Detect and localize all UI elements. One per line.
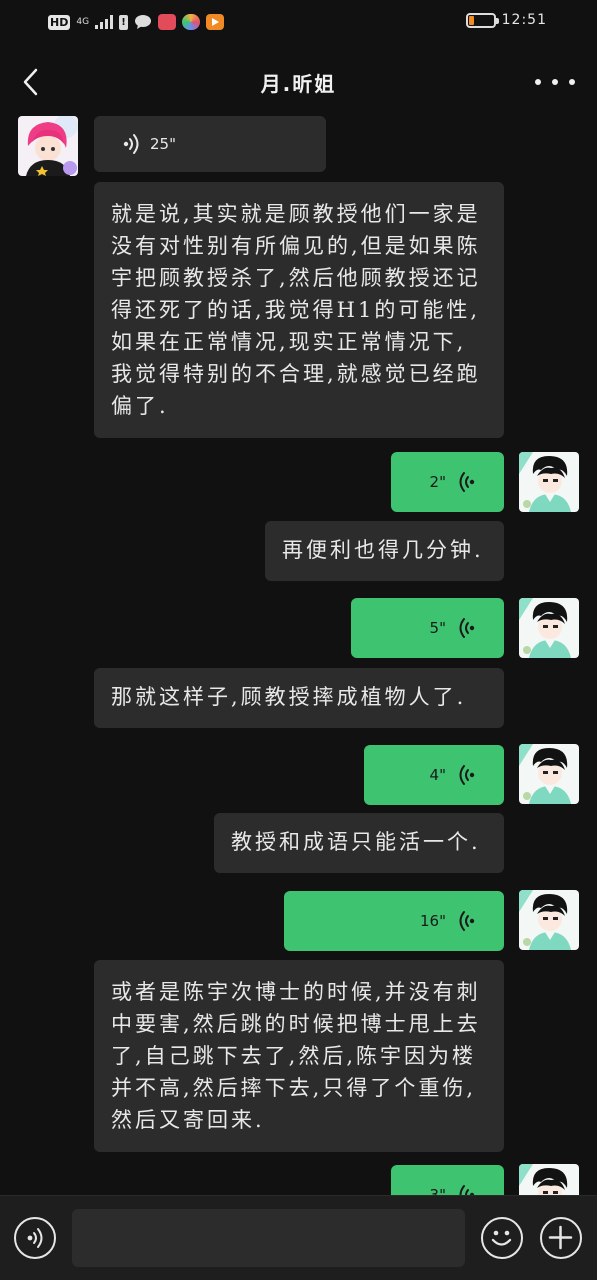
more-dots-icon	[535, 79, 541, 85]
network-type: 4G	[76, 16, 90, 27]
voice-duration: 25"	[150, 135, 176, 153]
my-avatar[interactable]	[519, 890, 579, 950]
clock: 12:51	[501, 12, 547, 28]
status-right: 12:51	[465, 12, 547, 28]
my-avatar[interactable]	[519, 452, 579, 512]
status-indicators: HD 4G !	[48, 10, 225, 34]
my-avatar[interactable]	[519, 744, 579, 804]
my-avatar[interactable]	[519, 1164, 579, 1195]
text-message-bubble[interactable]: 再便利也得几分钟.	[265, 521, 504, 581]
more-actions-button[interactable]	[540, 1217, 582, 1259]
more-options-button[interactable]	[535, 68, 575, 96]
emoji-button[interactable]	[481, 1217, 523, 1259]
hd-badge: HD	[48, 14, 71, 30]
text-message-bubble[interactable]: 或者是陈宇次博士的时候,并没有刺中要害,然后跳的时候把博士甩上去了,自己跳下去了…	[94, 960, 504, 1152]
signal-icon	[95, 15, 114, 29]
voice-duration: 16"	[420, 912, 446, 930]
plus-icon	[548, 1225, 573, 1250]
text-message-bubble[interactable]: 教授和成语只能活一个.	[214, 813, 504, 873]
voice-duration: 2"	[429, 473, 446, 491]
voice-message-bubble[interactable]: 2"	[391, 452, 504, 512]
message-input[interactable]	[72, 1209, 465, 1267]
photos-app-icon	[182, 14, 201, 30]
voice-wave-icon	[459, 1185, 475, 1195]
voice-wave-icon	[459, 765, 475, 785]
emoji-icon	[491, 1230, 512, 1246]
input-bar	[0, 1195, 597, 1280]
alert-icon: !	[119, 14, 129, 30]
voice-wave-icon	[459, 618, 475, 638]
contact-avatar[interactable]	[18, 116, 78, 176]
message-list[interactable]: 25" 就是说,其实就是顾教授他们一家是没有对性别有所偏见的,但是如果陈宇把顾教…	[0, 112, 597, 1195]
voice-message-bubble[interactable]: 25"	[94, 116, 326, 172]
voice-message-bubble[interactable]: 3"	[391, 1165, 504, 1195]
chat-bubble-icon	[135, 15, 152, 29]
voice-mode-icon	[27, 1228, 43, 1248]
voice-mode-button[interactable]	[14, 1217, 56, 1259]
text-message-bubble[interactable]: 那就这样子,顾教授摔成植物人了.	[94, 668, 504, 728]
status-bar: HD 4G ! 12:51	[0, 0, 597, 44]
video-app-icon	[206, 14, 225, 30]
chat-title: 月.昕姐	[260, 72, 337, 96]
voice-message-bubble[interactable]: 16"	[284, 891, 504, 951]
app-notification-icon	[158, 14, 177, 30]
voice-message-bubble[interactable]: 5"	[351, 598, 504, 658]
voice-duration: 4"	[429, 766, 446, 784]
voice-message-bubble[interactable]: 4"	[364, 745, 504, 805]
voice-wave-icon	[459, 472, 475, 492]
voice-wave-icon	[123, 134, 139, 154]
text-message-bubble[interactable]: 就是说,其实就是顾教授他们一家是没有对性别有所偏见的,但是如果陈宇把顾教授杀了,…	[94, 182, 504, 438]
chat-header: 月.昕姐	[0, 52, 597, 112]
voice-duration: 5"	[429, 619, 446, 637]
voice-duration: 3"	[429, 1186, 446, 1195]
my-avatar[interactable]	[519, 598, 579, 658]
voice-wave-icon	[459, 911, 475, 931]
battery-icon	[465, 12, 499, 28]
